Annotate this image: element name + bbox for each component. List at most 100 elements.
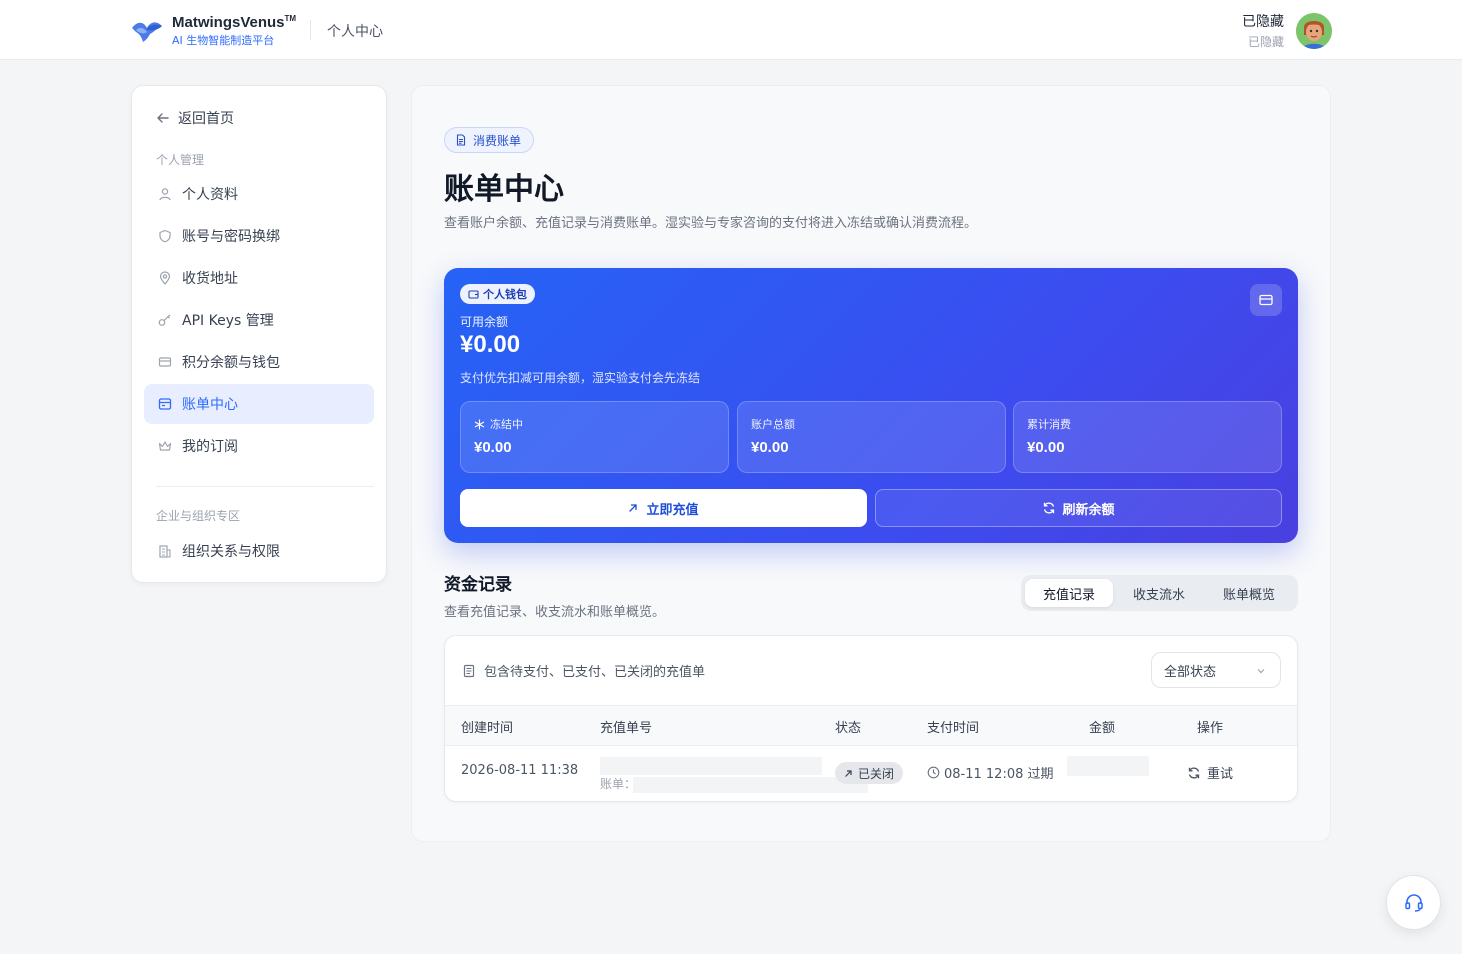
recharge-label: 立即充值 [646,502,699,518]
column-header-pay-time: 支付时间 [927,721,980,736]
refresh-icon [1188,767,1200,778]
wallet-card: 个人钱包 可用余额 ¥0.00 支付优先扣减可用余额，湿实验支付会先冻结 冻结中… [444,268,1298,543]
user-menu[interactable]: 已隐藏 已隐藏 [1242,11,1332,50]
brand[interactable]: MatwingsVenusTM AI 生物智能制造平台 [130,14,296,48]
shield-icon [159,229,171,243]
main-content: 消费账单 账单中心 查看账户余额、充值记录与消费账单。湿实验与专家咨询的支付将进… [411,85,1331,842]
redacted-amount [1067,756,1149,776]
wallet-chip-label: 个人钱包 [483,288,527,301]
stat-total: 账户总额 ¥0.00 [737,401,1006,473]
status-filter-select[interactable]: 全部状态 [1151,652,1281,688]
avatar[interactable] [1296,12,1332,49]
arrow-up-right-icon [845,769,852,777]
arrow-left-icon [157,113,169,123]
sidebar-item-billing[interactable]: 账单中心 [144,384,374,424]
brand-subtitle: AI 生物智能制造平台 [172,34,275,47]
clock-icon [927,766,940,779]
table-header: 创建时间 充值单号 状态 支付时间 金额 操作 [445,705,1297,746]
sidebar-item-label: 个人资料 [182,187,238,203]
retry-button[interactable]: 重试 [1187,763,1233,782]
group-label-enterprise: 企业与组织专区 [156,509,241,523]
document-icon [456,134,466,146]
recharge-table-card: 包含待支付、已支付、已关闭的充值单 全部状态 创建时间 充值单号 状态 支付时间… [444,635,1298,802]
cell-order-prefix: 账单： [600,777,637,791]
filter-note: 包含待支付、已支付、已关闭的充值单 [462,661,705,680]
sidebar-item-profile[interactable]: 个人资料 [144,174,374,214]
funds-title: 资金记录 [444,575,512,595]
stat-value: ¥0.00 [1027,439,1065,456]
balance-note: 支付优先扣减可用余额，湿实验支付会先冻结 [460,371,701,385]
sidebar-item-api-keys[interactable]: API Keys 管理 [144,300,374,340]
sidebar-item-label: 账单中心 [182,397,238,413]
sidebar-divider [156,486,374,487]
sidebar-item-label: 组织关系与权限 [182,544,280,560]
credit-card-icon [1259,294,1273,306]
card-button[interactable] [1250,284,1282,316]
page-tag: 消费账单 [444,127,535,153]
page-description: 查看账户余额、充值记录与消费账单。湿实验与专家咨询的支付将进入冻结或确认消费流程… [444,216,978,231]
table-row: 2026-08-11 11:38 账单： 已关闭 08-11 12:08 过期 … [445,746,1297,801]
user-subtitle: 已隐藏 [1247,35,1284,49]
user-name: 已隐藏 [1242,14,1284,30]
stat-value: ¥0.00 [474,439,512,456]
sidebar-item-label: API Keys 管理 [182,313,274,329]
pay-time-value: 08-11 12:08 过期 [944,767,1054,782]
balance-value: ¥0.00 [460,331,521,358]
tab-bill-overview[interactable]: 账单概览 [1205,579,1293,607]
recharge-button[interactable]: 立即充值 [460,489,867,527]
column-header-amount: 金额 [1089,721,1116,736]
chevron-down-icon [1257,669,1265,674]
sidebar-item-label: 账号与密码换绑 [182,229,280,245]
brand-name: MatwingsVenusTM [172,14,297,31]
stat-value: ¥0.00 [751,439,789,456]
stat-label: 账户总额 [751,418,795,431]
funds-tabs: 充值记录 收支流水 账单概览 [1021,575,1298,611]
document-list-icon [463,664,475,677]
retry-label: 重试 [1207,767,1234,782]
headset-icon [1404,893,1423,912]
filter-note-text: 包含待支付、已支付、已关闭的充值单 [484,665,706,680]
status-badge-label: 已关闭 [858,766,895,781]
credit-card-icon [158,357,172,367]
crown-icon [158,441,172,451]
funds-description: 查看充值记录、收支流水和账单概览。 [444,605,666,620]
section-title: 个人中心 [327,24,383,40]
tab-recharge-records[interactable]: 充值记录 [1025,579,1113,607]
column-header-actions: 操作 [1197,721,1224,736]
building-icon [159,545,171,558]
map-pin-icon [159,271,171,285]
top-navbar: MatwingsVenusTM AI 生物智能制造平台 个人中心 已隐藏 已隐藏 [0,0,1462,60]
column-header-order-no: 充值单号 [600,721,653,736]
sidebar-item-subscriptions[interactable]: 我的订阅 [144,426,374,466]
avatar-image [1296,12,1332,49]
snowflake-icon [474,419,485,429]
sidebar-item-account-security[interactable]: 账号与密码换绑 [144,216,374,256]
page-title: 账单中心 [444,172,564,207]
sidebar-item-address[interactable]: 收货地址 [144,258,374,298]
sidebar-item-organization[interactable]: 组织关系与权限 [144,531,374,571]
refresh-balance-button[interactable]: 刷新余额 [875,489,1282,527]
brand-trademark: TM [284,14,297,23]
wallet-icon [468,289,479,299]
key-icon [158,314,171,326]
wallet-chip: 个人钱包 [460,284,535,304]
sidebar-item-wallet[interactable]: 积分余额与钱包 [144,342,374,382]
cell-created: 2026-08-11 11:38 [461,763,579,778]
page-tag-label: 消费账单 [473,133,522,148]
stat-consumed: 累计消费 ¥0.00 [1013,401,1282,473]
header-divider [310,20,311,40]
status-filter-value: 全部状态 [1164,664,1217,680]
group-label-personal: 个人管理 [156,153,205,167]
column-header-status: 状态 [835,721,862,736]
sidebar: 返回首页 个人管理 个人资料 账号与密码换绑 收货地址 API Keys 管理 … [131,85,387,583]
sidebar-item-label: 我的订阅 [182,439,238,455]
sidebar-item-label: 积分余额与钱包 [182,355,280,371]
logo-icon [132,22,162,42]
tab-transactions[interactable]: 收支流水 [1115,579,1203,607]
redacted-bill-number [633,777,868,793]
status-badge: 已关闭 [835,762,904,784]
back-home-link[interactable]: 返回首页 [156,108,234,128]
support-button[interactable] [1386,875,1441,930]
redacted-order-number [600,757,822,775]
stat-frozen: 冻结中 ¥0.00 [460,401,729,473]
